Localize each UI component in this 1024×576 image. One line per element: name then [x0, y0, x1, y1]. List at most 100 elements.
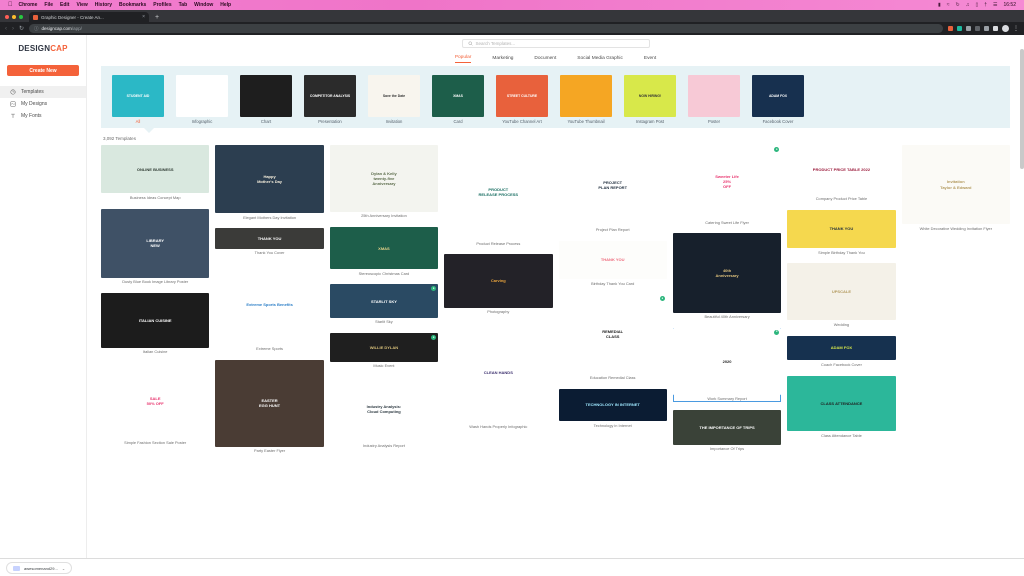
my-designs-icon — [10, 101, 16, 107]
menu-tab[interactable]: Tab — [179, 2, 188, 8]
menu-edit[interactable]: Edit — [60, 2, 69, 8]
category-card-poster[interactable]: Poster — [687, 75, 741, 124]
template-card[interactable]: LIBRARY NEW Dusty Blue Book Image Library… — [101, 208, 210, 286]
template-card[interactable]: THE IMPORTANCE OF TRIPS Importance Of Tri… — [672, 410, 782, 452]
category-card-youtube-channel-art[interactable]: STREET CULTURE YouTube Channel Art — [495, 75, 549, 124]
app-logo[interactable]: DESIGNCAP — [0, 44, 86, 53]
window-controls[interactable] — [5, 15, 23, 22]
template-card[interactable]: Carving Photography — [444, 254, 553, 315]
extension-icon-5[interactable] — [984, 26, 989, 31]
category-card-infographic[interactable]: Infographic — [175, 75, 229, 124]
maximize-window-button[interactable] — [19, 15, 23, 19]
sidebar-item-my-designs[interactable]: My Designs — [0, 98, 86, 110]
close-tab-icon[interactable]: × — [142, 14, 145, 20]
template-card[interactable]: CLASS ATTENDANCE Class Attendance Table — [787, 375, 896, 439]
category-card-card[interactable]: XMAS Card — [431, 75, 485, 124]
menu-chrome[interactable]: Chrome — [19, 2, 38, 8]
extension-icon-3[interactable] — [966, 26, 971, 31]
tab-event[interactable]: Event — [644, 56, 656, 63]
template-card[interactable]: ITALIAN CUISINE Italian Cuisine — [101, 293, 210, 355]
create-new-button[interactable]: Create New — [7, 65, 79, 76]
battery-icon[interactable]: ▮ — [938, 2, 941, 8]
control-center-icon[interactable]: ☰ — [993, 2, 997, 8]
category-card-presentation[interactable]: COMPETITOR ANALYSIS Presentation — [303, 75, 357, 124]
menu-bookmarks[interactable]: Bookmarks — [119, 2, 146, 8]
template-card[interactable]: THANK YOU Thank You Cover — [215, 228, 324, 256]
chevron-down-icon[interactable]: ⌄ — [62, 566, 65, 571]
template-thumbnail: Industry Analysis: Cloud Computing — [329, 376, 439, 442]
template-card[interactable]: TECHNOLOGY IN INTERNET Technology in Inte… — [558, 388, 667, 428]
template-card[interactable]: 40th Anniversary Beautiful 40th Anniversa… — [672, 233, 782, 320]
close-window-button[interactable] — [5, 15, 9, 19]
sidebar-item-my-fonts[interactable]: My Fonts — [0, 110, 86, 122]
display-icon[interactable]: ▯ — [975, 2, 978, 8]
category-card-all[interactable]: STUDENT AID All — [111, 75, 165, 124]
timemachine-icon[interactable]: ↻ — [956, 2, 960, 8]
template-card[interactable]: Sweeter Life 25% OFF ● Catering Sweet Life… — [672, 145, 782, 225]
menu-history[interactable]: History — [95, 2, 112, 8]
template-card[interactable]: Dylan & Kelly twenty-five Anniversary 25t… — [329, 145, 439, 219]
extension-icon-2[interactable] — [957, 26, 962, 31]
templates-grid: ONLINE BUSINESS Business Ideas Concept Ma… — [101, 145, 1010, 454]
category-card-chart[interactable]: Chart — [239, 75, 293, 124]
forward-button[interactable]: › — [12, 26, 14, 32]
download-item[interactable]: awesomenand29... ⌄ — [6, 562, 73, 574]
template-card[interactable]: REMEDIAL CLASS ● Education Remedial Class — [558, 294, 667, 381]
template-card[interactable]: STARLIT SKY ● Starlit Sky — [329, 284, 439, 325]
category-card-youtube-thumbnail[interactable]: YouTube Thumbnail — [559, 75, 613, 124]
category-card-facebook-cover[interactable]: ADAM FOX Facebook Cover — [751, 75, 805, 124]
template-card[interactable]: THANK YOU Simple Birthday Thank You — [787, 209, 896, 256]
scrollbar-thumb[interactable] — [1020, 49, 1024, 169]
template-caption: Simple Birthday Thank You — [818, 249, 865, 255]
template-card[interactable]: SALE 50% OFF Simple Fashion Section Sale … — [101, 362, 210, 446]
sidebar-item-templates[interactable]: Templates — [0, 86, 86, 98]
apple-icon[interactable]:  — [8, 2, 13, 8]
browser-tab[interactable]: Graphic Designer - Create An... × — [29, 12, 149, 22]
tab-marketing[interactable]: Marketing — [492, 56, 513, 63]
minimize-window-button[interactable] — [12, 15, 16, 19]
extension-icon-1[interactable] — [948, 26, 953, 31]
new-tab-button[interactable]: + — [155, 14, 159, 22]
menu-file[interactable]: File — [44, 2, 53, 8]
category-card-invitation[interactable]: Save the Date Invitation — [367, 75, 421, 124]
template-thumbnail-text: 40th Anniversary — [715, 267, 739, 279]
template-card[interactable]: ADAM FOX Coach Facebook Cover — [787, 335, 896, 368]
menu-profiles[interactable]: Profiles — [153, 2, 171, 8]
template-card[interactable]: XMAS Stereoscopic Christmas Card — [329, 227, 439, 276]
reload-button[interactable]: ↻ — [19, 25, 24, 32]
template-card[interactable]: CLEAN HANDS Wash Hands Properly Infograph… — [444, 322, 553, 429]
profile-avatar[interactable] — [1002, 25, 1009, 32]
menu-window[interactable]: Window — [194, 2, 213, 8]
tab-popular[interactable]: Popular — [454, 55, 472, 63]
download-file-name: awesomenand29... — [24, 565, 58, 571]
template-card[interactable]: PRODUCT PRICE TABLE 2022 Company Product … — [787, 145, 896, 202]
template-card[interactable]: WILLIE DYLAN ● Music Event — [329, 333, 439, 369]
template-card[interactable]: 2020 ● Work Summary Report — [672, 327, 782, 403]
tab-document[interactable]: Document — [534, 56, 556, 63]
template-card[interactable]: Happy Mother's Day Elegant Mothers Day In… — [215, 145, 324, 220]
template-card[interactable]: Industry Analysis: Cloud Computing Indust… — [329, 376, 439, 449]
back-button[interactable]: ‹ — [5, 26, 7, 32]
template-card[interactable]: UPSCALE Wedding — [787, 263, 896, 327]
address-bar[interactable]: ⓘ designcap.com/app/ — [29, 24, 943, 33]
menu-help[interactable]: Help — [220, 2, 231, 8]
template-card[interactable]: ONLINE BUSINESS Business Ideas Concept Ma… — [101, 145, 210, 201]
category-label: Facebook Cover — [762, 119, 794, 124]
volume-icon[interactable]: ♫ — [966, 2, 970, 8]
template-card[interactable]: PRODUCT RELEASE PROCESS Product Release P… — [444, 145, 553, 246]
browser-menu-button[interactable]: ⋮ — [1013, 25, 1019, 32]
menu-view[interactable]: View — [76, 2, 87, 8]
template-card[interactable]: Extreme Sports Benefits Extreme Sports — [215, 264, 324, 352]
template-card[interactable]: Invitation Taylor & Edward White Decorati… — [901, 145, 1010, 232]
vertical-scrollbar[interactable] — [1020, 35, 1024, 576]
category-card-instagram-post[interactable]: NOW HIRING! Instagram Post — [623, 75, 677, 124]
bluetooth-icon[interactable]: † — [984, 2, 987, 8]
extension-icon-4[interactable] — [975, 26, 980, 31]
template-card[interactable]: PROJECT PLAN REPORT Project Plan Report — [558, 145, 667, 233]
tab-social-media-graphic[interactable]: Social Media Graphic — [577, 56, 623, 63]
wifi-icon[interactable]: ≈ — [947, 2, 950, 8]
search-input[interactable]: Search Templates... — [461, 39, 650, 48]
template-card[interactable]: THANK YOU Birthday Thank You Card — [558, 240, 667, 287]
template-card[interactable]: EASTER EGG HUNT Party Easter Flyer — [215, 359, 324, 454]
extension-icon-6[interactable] — [993, 26, 998, 31]
